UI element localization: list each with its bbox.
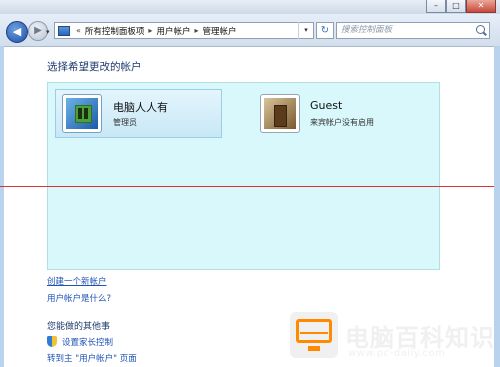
breadcrumb-separator[interactable]: ▸ [146, 26, 154, 35]
window-controls: – □ ✕ [426, 0, 496, 13]
minimize-button[interactable]: – [426, 0, 446, 13]
recent-pages-dropdown[interactable]: ▾ [46, 28, 50, 36]
shield-icon [47, 336, 57, 347]
avatar-background [66, 98, 98, 129]
avatar-picture [274, 105, 287, 127]
account-role: 来宾帐户没有启用 [310, 118, 374, 127]
refresh-button[interactable]: ↻ [316, 22, 334, 39]
what-is-user-account-link[interactable]: 用户帐户是什么? [47, 292, 111, 304]
account-role: 管理员 [113, 118, 137, 127]
breadcrumb-manage-accounts[interactable]: 管理帐户 [200, 25, 238, 37]
avatar-picture [75, 105, 92, 123]
pulse-line-icon [300, 324, 328, 334]
divider-line [0, 186, 494, 187]
title-bar: – □ ✕ [0, 0, 500, 14]
back-button[interactable]: ◀ [6, 21, 28, 43]
address-dropdown[interactable]: ▾ [298, 22, 313, 39]
control-panel-icon [58, 25, 70, 36]
create-account-link[interactable]: 创建一个新帐户 [47, 275, 107, 287]
other-tasks-heading: 您能做的其他事 [47, 322, 111, 332]
guest-account-icon[interactable] [260, 94, 300, 133]
admin-account-icon[interactable] [62, 94, 102, 133]
breadcrumb-all-items[interactable]: 所有控制面板项 [83, 25, 147, 37]
account-name[interactable]: 电脑人人有 [113, 99, 168, 115]
close-button[interactable]: ✕ [466, 0, 496, 13]
search-input[interactable]: 搜索控制面板 [336, 22, 490, 39]
address-bar[interactable]: « 所有控制面板项 ▸ 用户帐户 ▸ 管理帐户 [54, 22, 314, 39]
parental-controls-link[interactable]: 设置家长控制 [62, 336, 113, 348]
account-name[interactable]: Guest [310, 99, 342, 112]
avatar-background [264, 98, 296, 129]
search-placeholder: 搜索控制面板 [341, 25, 393, 35]
watermark-url: www.pc-daily.com [348, 348, 446, 359]
crumb-prefix[interactable]: « [74, 26, 83, 35]
page-title: 选择希望更改的帐户 [47, 61, 142, 73]
left-pane-edge [0, 46, 4, 367]
search-icon[interactable] [476, 25, 485, 34]
breadcrumb-separator[interactable]: ▸ [192, 26, 200, 35]
navigation-bar: ◀ ▶ ▾ « 所有控制面板项 ▸ 用户帐户 ▸ 管理帐户 ▾ ↻ 搜索控制面板 [0, 14, 500, 47]
goto-user-accounts-link[interactable]: 转到主 "用户帐户" 页面 [47, 352, 137, 364]
forward-button[interactable]: ▶ [28, 21, 48, 41]
breadcrumb-user-accounts[interactable]: 用户帐户 [154, 25, 192, 37]
monitor-logo-icon [290, 312, 338, 358]
maximize-button[interactable]: □ [446, 0, 466, 13]
